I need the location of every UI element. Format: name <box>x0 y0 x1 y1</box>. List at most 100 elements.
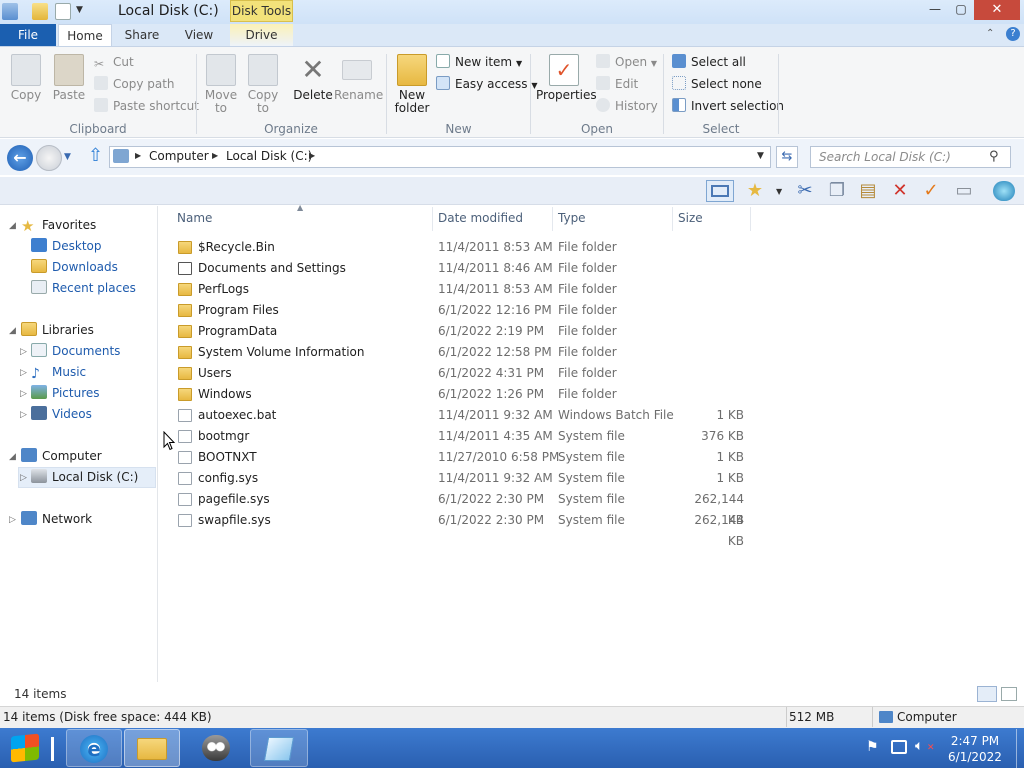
nav-local-disk[interactable]: Local Disk (C:) <box>31 467 138 487</box>
nav-pictures[interactable]: Pictures <box>31 383 100 403</box>
tab-share[interactable]: Share <box>112 24 172 46</box>
nav-libraries[interactable]: Libraries <box>21 320 94 340</box>
file-row[interactable]: BOOTNXT 11/27/2010 6:58 PM System file 1 KB <box>160 447 760 468</box>
refresh-icon[interactable]: ⇆ <box>776 146 798 168</box>
cut-button[interactable]: ✂ Cut <box>94 52 134 72</box>
minimize-ribbon-icon[interactable]: ⌃ <box>986 28 994 39</box>
file-row[interactable]: Program Files 6/1/2022 12:16 PM File folde… <box>160 300 760 321</box>
customize-quick-access-icon[interactable]: ▼ <box>76 5 83 15</box>
select-none-button[interactable]: Select none <box>672 74 762 94</box>
delete-button[interactable]: ✕ Delete <box>292 54 334 102</box>
tab-file[interactable]: File <box>0 24 56 46</box>
up-arrow-icon[interactable]: ⇧ <box>88 146 103 166</box>
copy-path-button[interactable]: Copy path <box>94 74 175 94</box>
taskbar-clock[interactable]: 2:47 PM 6/1/2022 <box>944 733 1006 765</box>
file-row[interactable]: pagefile.sys 6/1/2022 2:30 PM System file 2… <box>160 489 760 527</box>
toolbar-chevron-down-icon[interactable]: ▼ <box>776 187 782 196</box>
copy-button[interactable]: Copy <box>6 54 46 102</box>
history-button[interactable]: History <box>596 96 658 116</box>
paste-button[interactable]: Paste <box>50 54 88 102</box>
file-row[interactable]: System Volume Information 6/1/2022 12:58 … <box>160 342 760 363</box>
close-button[interactable]: ✕ <box>974 0 1020 20</box>
breadcrumb-computer[interactable]: Computer <box>149 149 209 163</box>
nav-network[interactable]: Network <box>21 509 92 529</box>
file-row[interactable]: Users 6/1/2022 4:31 PM File folder <box>160 363 760 384</box>
easy-access-button[interactable]: Easy access ▼ <box>436 74 538 94</box>
globe-icon[interactable] <box>993 181 1015 201</box>
expand-arrow-icon[interactable]: ▷ <box>20 347 27 357</box>
paste-icon[interactable]: ▤ <box>857 180 879 202</box>
new-folder-button[interactable]: New folder <box>392 54 432 115</box>
file-row[interactable]: ProgramData 6/1/2022 2:19 PM File folder <box>160 321 760 342</box>
taskbar-control-panel[interactable] <box>250 729 308 767</box>
column-header-size[interactable]: Size <box>678 211 703 225</box>
nav-videos[interactable]: Videos <box>31 404 92 424</box>
column-header-type[interactable]: Type <box>558 211 586 225</box>
file-row[interactable]: config.sys 11/4/2011 9:32 AM System file 1 … <box>160 468 760 489</box>
delete-icon[interactable]: ✕ <box>889 180 911 202</box>
action-center-flag-icon[interactable]: ⚑ <box>866 739 879 755</box>
minimize-button[interactable]: — <box>922 0 948 20</box>
nav-favorites[interactable]: ★ Favorites <box>21 215 96 235</box>
expand-arrow-icon[interactable]: ▷ <box>9 515 16 525</box>
column-separator[interactable] <box>432 207 433 231</box>
column-separator[interactable] <box>552 207 553 231</box>
nav-downloads[interactable]: Downloads <box>31 257 118 277</box>
collapse-arrow-icon[interactable]: ◢ <box>9 452 16 462</box>
expand-arrow-icon[interactable]: ▷ <box>20 368 27 378</box>
file-row[interactable]: PerfLogs 11/4/2011 8:53 AM File folder <box>160 279 760 300</box>
breadcrumb-local-disk[interactable]: Local Disk (C:) <box>226 149 312 163</box>
explorer-app-icon[interactable] <box>2 3 18 20</box>
column-separator[interactable] <box>672 207 673 231</box>
breadcrumb-chevron-icon[interactable]: ▶ <box>309 151 315 160</box>
breadcrumb-chevron-icon[interactable]: ▶ <box>212 151 218 160</box>
forward-arrow-icon[interactable] <box>36 145 62 171</box>
tab-home[interactable]: Home <box>58 24 112 46</box>
search-icon[interactable]: ⚲ <box>989 149 999 164</box>
rename-button[interactable]: Rename <box>334 54 383 102</box>
volume-muted-icon[interactable]: 🔈︎ <box>915 738 923 754</box>
breadcrumb-chevron-icon[interactable]: ▶ <box>135 151 141 160</box>
expand-arrow-icon[interactable]: ▷ <box>20 389 27 399</box>
details-view-icon[interactable] <box>977 686 997 702</box>
file-row[interactable]: bootmgr 11/4/2011 4:35 AM System file 376 K… <box>160 426 760 447</box>
collapse-arrow-icon[interactable]: ◢ <box>9 326 16 336</box>
properties-button[interactable]: ✓ Properties <box>536 54 597 102</box>
preview-pane-icon[interactable] <box>706 180 734 202</box>
start-windows-icon[interactable] <box>11 733 39 763</box>
new-item-button[interactable]: New item ▼ <box>436 52 522 72</box>
recent-locations-chevron-icon[interactable]: ▼ <box>64 152 71 162</box>
help-icon[interactable]: ? <box>1006 27 1020 41</box>
large-icons-view-icon[interactable] <box>1001 687 1017 701</box>
file-row[interactable]: Documents and Settings 11/4/2011 8:46 AM F… <box>160 258 760 279</box>
maximize-button[interactable]: ▢ <box>948 0 974 20</box>
move-to-button[interactable]: Move to <box>202 54 240 115</box>
collapse-arrow-icon[interactable]: ◢ <box>9 221 16 231</box>
nav-music[interactable]: ♪ Music <box>31 362 86 382</box>
paste-shortcut-button[interactable]: Paste shortcut <box>94 96 199 116</box>
cut-icon[interactable]: ✂ <box>794 180 816 202</box>
nav-recent-places[interactable]: Recent places <box>31 278 136 298</box>
column-separator[interactable] <box>750 207 751 231</box>
network-tray-icon[interactable] <box>891 740 907 754</box>
file-row[interactable]: autoexec.bat 11/4/2011 9:32 AM Windows Bat… <box>160 405 760 426</box>
tab-drive[interactable]: Drive <box>230 24 293 46</box>
properties-star-icon[interactable]: ★ <box>744 180 766 202</box>
taskbar-raccoon-app[interactable] <box>188 729 244 767</box>
search-input[interactable]: Search Local Disk (C:) <box>810 146 1011 168</box>
copy-to-button[interactable]: Copy to <box>244 54 282 115</box>
file-row[interactable]: $Recycle.Bin 11/4/2011 8:53 AM File folder <box>160 237 760 258</box>
expand-arrow-icon[interactable]: ▷ <box>20 410 27 420</box>
rename-icon[interactable]: ▭ <box>953 180 975 202</box>
expand-arrow-icon[interactable]: ▷ <box>20 473 27 483</box>
properties-quick-icon[interactable] <box>32 3 48 20</box>
open-button[interactable]: Open ▼ <box>596 52 657 72</box>
file-row[interactable]: swapfile.sys 6/1/2022 2:30 PM System file 2… <box>160 510 760 548</box>
taskbar-file-explorer[interactable] <box>124 729 180 767</box>
nav-computer[interactable]: Computer <box>21 446 102 466</box>
new-folder-quick-icon[interactable] <box>55 3 71 20</box>
column-header-name[interactable]: Name <box>177 211 212 225</box>
address-history-chevron-icon[interactable]: ▼ <box>757 151 764 161</box>
show-desktop-button[interactable] <box>1016 729 1024 768</box>
back-arrow-icon[interactable]: ← <box>7 145 33 171</box>
